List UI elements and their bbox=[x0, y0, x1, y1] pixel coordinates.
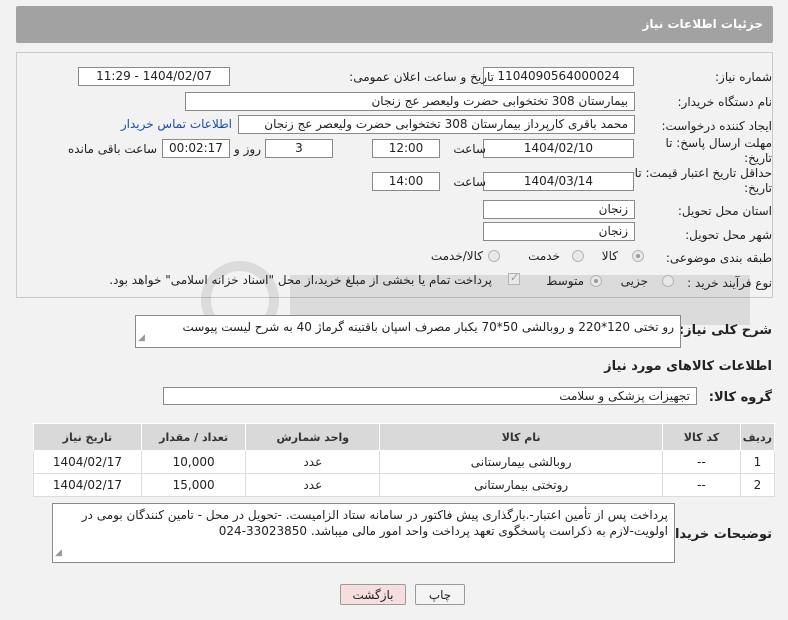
purchase-radio-minor[interactable] bbox=[662, 275, 674, 287]
buyer-notes-label: توضیحات خریدار: bbox=[662, 527, 772, 542]
treasury-payment-checkbox[interactable] bbox=[508, 271, 520, 285]
city-field: زنجان bbox=[483, 222, 635, 241]
col-name: نام کالا bbox=[379, 423, 664, 451]
buyer-notes-text: پرداخت پس از تأمین اعتبار-.بارگذاری پیش … bbox=[81, 508, 668, 538]
back-button[interactable]: بازگشت bbox=[340, 584, 406, 605]
days-label: روز و bbox=[234, 142, 261, 156]
table-row: 2 -- روتختی بیمارستانی عدد 15,000 1404/0… bbox=[33, 473, 776, 497]
page-title: جزئیات اطلاعات نیاز bbox=[642, 17, 763, 31]
row-unit: عدد bbox=[245, 450, 381, 474]
row-date: 1404/02/17 bbox=[33, 450, 142, 474]
days-field: 3 bbox=[265, 139, 333, 158]
resize-handle-icon[interactable]: ◢ bbox=[55, 545, 62, 561]
resize-handle-icon[interactable]: ◢ bbox=[138, 330, 145, 346]
purchase-type-label: نوع فرآیند خرید : bbox=[687, 276, 772, 290]
goods-table-header: ردیف کد کالا نام کالا واحد شمارش تعداد /… bbox=[33, 423, 776, 451]
print-button[interactable]: چاپ bbox=[415, 584, 465, 605]
treasury-payment-note: پرداخت تمام یا بخشی از مبلغ خرید،از محل … bbox=[109, 273, 492, 287]
goods-group-label: گروه کالا: bbox=[708, 390, 772, 405]
description-label: شرح کلی نیاز: bbox=[678, 323, 772, 338]
table-row: 1 -- روبالشی بیمارستانی عدد 10,000 1404/… bbox=[33, 450, 776, 474]
category-radio-goods[interactable] bbox=[632, 250, 644, 262]
goods-group-field: تجهیزات پزشکی و سلامت bbox=[163, 387, 697, 405]
reply-time-field: 12:00 bbox=[372, 139, 440, 158]
city-label: شهر محل تحویل: bbox=[685, 228, 772, 242]
remaining-label: ساعت باقی مانده bbox=[67, 142, 157, 156]
province-field: زنجان bbox=[483, 200, 635, 219]
creator-field: محمد باقری کارپرداز بیمارستان 308 تختخوا… bbox=[238, 115, 635, 134]
announce-label: تاریخ و ساعت اعلان عمومی: bbox=[349, 70, 494, 84]
price-time-label: ساعت bbox=[453, 175, 486, 189]
col-row: ردیف bbox=[739, 423, 776, 451]
buyer-contact-link[interactable]: اطلاعات تماس خریدار bbox=[121, 117, 232, 131]
row-qty: 15,000 bbox=[140, 473, 247, 497]
col-qty: تعداد / مقدار bbox=[140, 423, 247, 451]
purchase-radio-medium[interactable] bbox=[590, 275, 602, 287]
row-code: -- bbox=[662, 473, 741, 497]
buyer-org-label: نام دستگاه خریدار: bbox=[677, 95, 773, 109]
need-number-field: 1104090564000024 bbox=[483, 67, 634, 86]
row-index: 2 bbox=[739, 473, 776, 497]
category-radio-service[interactable] bbox=[572, 250, 584, 262]
row-date: 1404/02/17 bbox=[33, 473, 142, 497]
purchase-option-minor: جزیی bbox=[620, 274, 648, 288]
buyer-notes-textarea[interactable]: پرداخت پس از تأمین اعتبار-.بارگذاری پیش … bbox=[52, 503, 675, 563]
goods-section-title: اطلاعات کالاهای مورد نیاز bbox=[604, 359, 772, 374]
price-time-field: 14:00 bbox=[372, 172, 440, 191]
col-code: کد کالا bbox=[662, 423, 741, 451]
reply-date-field: 1404/02/10 bbox=[483, 139, 634, 158]
description-text: رو تختی 120*220 و روبالشی 50*70 یکبار مص… bbox=[182, 320, 674, 334]
page-header: جزئیات اطلاعات نیاز bbox=[16, 6, 773, 43]
col-unit: واحد شمارش bbox=[245, 423, 381, 451]
category-option-service: خدمت bbox=[528, 249, 560, 263]
row-index: 1 bbox=[739, 450, 776, 474]
category-option-goods: کالا bbox=[601, 249, 618, 263]
goods-table: ردیف کد کالا نام کالا واحد شمارش تعداد /… bbox=[33, 423, 776, 497]
category-label: طبقه بندی موضوعی: bbox=[665, 251, 772, 265]
row-name: روبالشی بیمارستانی bbox=[379, 450, 664, 474]
province-label: استان محل تحویل: bbox=[677, 204, 772, 218]
announce-datetime-field: 1404/02/07 - 11:29 bbox=[78, 67, 230, 86]
description-textarea[interactable]: رو تختی 120*220 و روبالشی 50*70 یکبار مص… bbox=[135, 315, 681, 348]
row-code: -- bbox=[662, 450, 741, 474]
remaining-time-field: 00:02:17 bbox=[162, 139, 230, 158]
category-radio-goods-service[interactable] bbox=[488, 250, 500, 262]
need-number-label: شماره نیاز: bbox=[715, 70, 772, 84]
buyer-org-field: بیمارستان 308 تختخوابی حضرت ولیعصر عج زن… bbox=[185, 92, 635, 111]
price-deadline-label: حداقل تاریخ اعتبار قیمت: تا تاریخ: bbox=[634, 166, 772, 195]
row-qty: 10,000 bbox=[140, 450, 247, 474]
row-unit: عدد bbox=[245, 473, 381, 497]
row-name: روتختی بیمارستانی bbox=[379, 473, 664, 497]
col-date: تاریخ نیاز bbox=[33, 423, 142, 451]
reply-time-label: ساعت bbox=[453, 142, 486, 156]
category-option-goods-service: کالا/خدمت bbox=[430, 249, 483, 263]
reply-deadline-label: مهلت ارسال پاسخ: تا تاریخ: bbox=[665, 136, 772, 165]
price-date-field: 1404/03/14 bbox=[483, 172, 634, 191]
purchase-option-medium: متوسط bbox=[546, 274, 584, 288]
creator-label: ایجاد کننده درخواست: bbox=[661, 119, 772, 133]
